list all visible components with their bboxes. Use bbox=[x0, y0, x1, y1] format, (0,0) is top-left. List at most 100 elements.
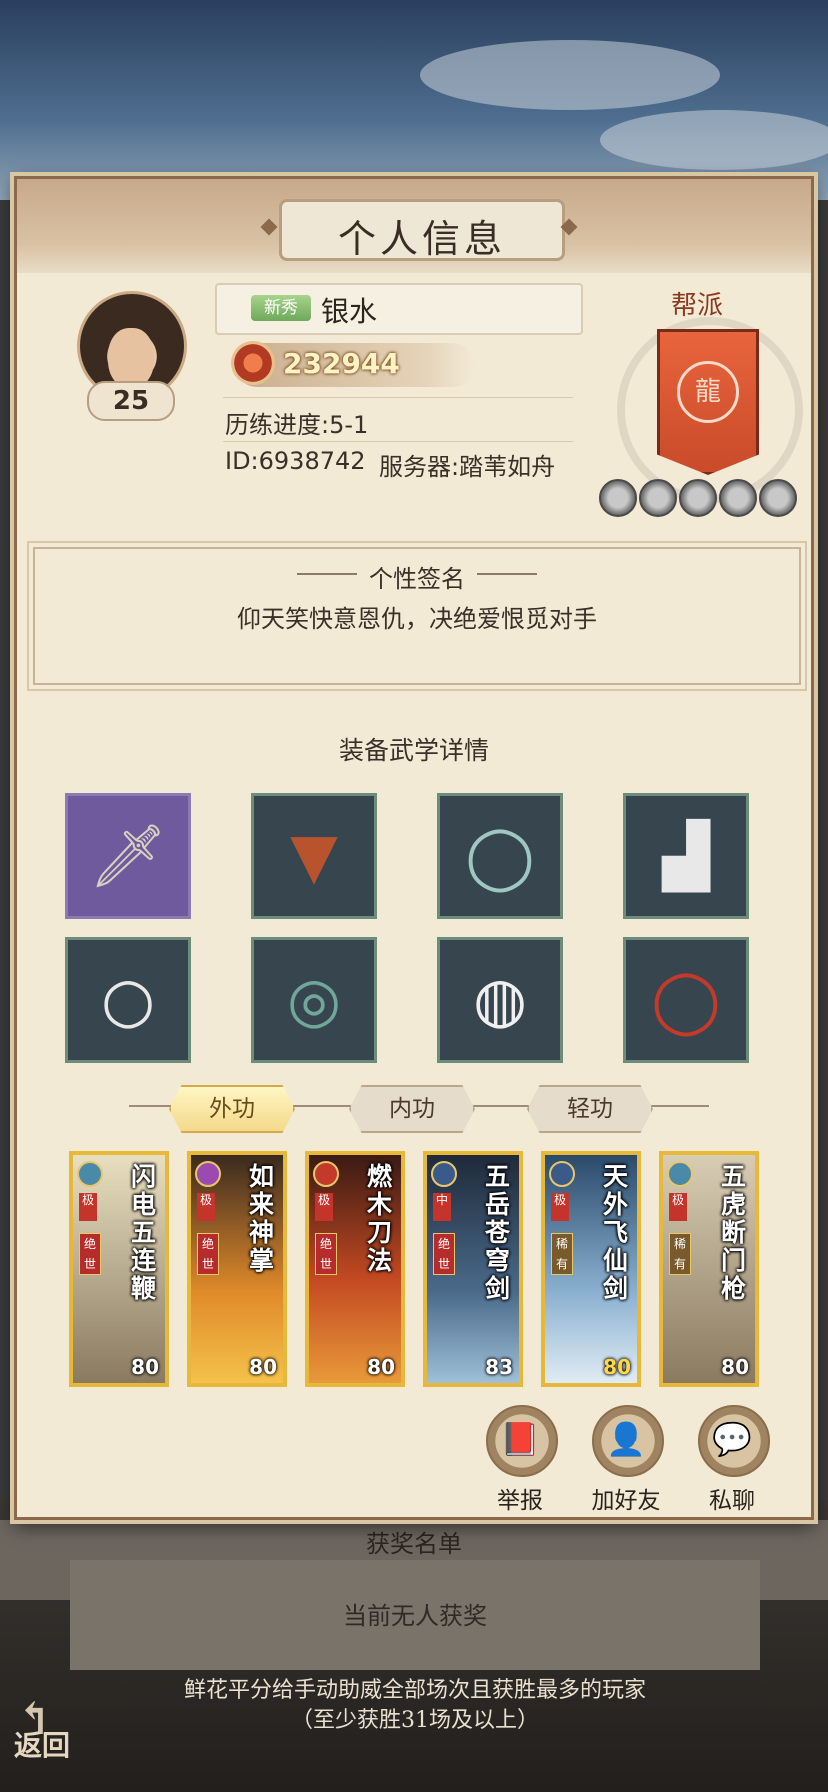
element-icon bbox=[195, 1161, 221, 1187]
guild-member-slot[interactable] bbox=[679, 479, 717, 517]
equipment-slot-necklace[interactable]: ○ bbox=[65, 937, 191, 1063]
skill-level: 83 bbox=[485, 1355, 513, 1379]
belt-icon: ◯ bbox=[465, 819, 535, 892]
grade-badge: 极 bbox=[197, 1193, 215, 1221]
power-value: 232944 bbox=[283, 347, 400, 380]
report-button[interactable]: 📕 举报 bbox=[465, 1405, 575, 1515]
dagger-icon: 🗡 bbox=[88, 819, 168, 892]
private-chat-label: 私聊 bbox=[709, 1488, 755, 1514]
bracelet-icon: ◯ bbox=[651, 963, 721, 1036]
guild-member-slot[interactable] bbox=[719, 479, 757, 517]
signature-title: 个性签名 bbox=[369, 565, 465, 593]
awards-empty-text: 当前无人获奖 bbox=[343, 1602, 487, 1630]
equipment-slot-boots[interactable]: ▟ bbox=[623, 793, 749, 919]
skill-level: 80 bbox=[131, 1355, 159, 1379]
rarity-tag: 绝世 bbox=[79, 1233, 101, 1275]
ring-icon: ◍ bbox=[472, 963, 528, 1036]
element-icon bbox=[667, 1161, 693, 1187]
add-friend-button[interactable]: 👤 加好友 bbox=[571, 1405, 681, 1515]
skill-card[interactable]: 极 绝世 燃木刀法 80 bbox=[305, 1151, 405, 1387]
power-icon bbox=[231, 341, 275, 385]
blacklist-book-icon: 📕 bbox=[500, 1420, 540, 1458]
rarity-tag: 稀有 bbox=[551, 1233, 573, 1275]
necklace-icon: ○ bbox=[100, 963, 156, 1036]
cloud-decoration bbox=[600, 110, 828, 170]
divider bbox=[223, 397, 573, 398]
guild-member-slot[interactable] bbox=[639, 479, 677, 517]
title-ornament-left bbox=[260, 218, 278, 236]
rarity-tag: 绝世 bbox=[197, 1233, 219, 1275]
equipment-slot-weapon[interactable]: 🗡 bbox=[65, 793, 191, 919]
power-bar: 232944 bbox=[231, 341, 475, 387]
element-icon bbox=[431, 1161, 457, 1187]
rarity-tag: 绝世 bbox=[433, 1233, 455, 1275]
grade-badge: 极 bbox=[315, 1193, 333, 1221]
progress-text: 历练进度:5-1 bbox=[225, 411, 369, 439]
chat-bubble-icon: 💬 bbox=[712, 1420, 752, 1458]
player-id: ID:6938742 bbox=[225, 447, 366, 475]
private-chat-button[interactable]: 💬 私聊 bbox=[677, 1405, 787, 1515]
grade-badge: 极 bbox=[551, 1193, 569, 1221]
signature-box: 个性签名 仰天笑快意恩仇，决绝爱恨觅对手 bbox=[33, 547, 801, 685]
awards-list: 当前无人获奖 bbox=[70, 1560, 760, 1670]
equipment-slot-ring[interactable]: ◍ bbox=[437, 937, 563, 1063]
rarity-tag: 绝世 bbox=[315, 1233, 337, 1275]
guild-member-slot[interactable] bbox=[759, 479, 797, 517]
sky-background bbox=[0, 0, 828, 200]
skill-level: 80 bbox=[603, 1355, 631, 1379]
grade-badge: 中 bbox=[433, 1193, 451, 1221]
player-name: 银水 bbox=[321, 295, 378, 328]
divider bbox=[223, 441, 573, 442]
add-friend-label: 加好友 bbox=[591, 1488, 661, 1514]
grade-badge: 极 bbox=[669, 1193, 687, 1221]
skill-level: 80 bbox=[249, 1355, 277, 1379]
dragon-emblem-icon: 龍 bbox=[677, 361, 739, 423]
skill-name: 如来神掌 bbox=[249, 1162, 275, 1275]
tab-internal-skill[interactable]: 内功 bbox=[349, 1085, 475, 1133]
title-plate: 个人信息 bbox=[279, 199, 565, 261]
skill-card[interactable]: 极 稀有 天外飞仙剑 80 bbox=[541, 1151, 641, 1387]
equipment-slot-bracelet[interactable]: ◯ bbox=[623, 937, 749, 1063]
skill-name: 五岳苍穹剑 bbox=[485, 1162, 511, 1303]
report-label: 举报 bbox=[497, 1488, 543, 1514]
element-icon bbox=[77, 1161, 103, 1187]
jade-pendant-icon: ◎ bbox=[286, 963, 342, 1036]
avatar-face bbox=[108, 328, 154, 388]
grade-badge: 极 bbox=[79, 1193, 97, 1221]
tab-external-skill[interactable]: 外功 bbox=[169, 1085, 295, 1133]
skill-card[interactable]: 极 绝世 如来神掌 80 bbox=[187, 1151, 287, 1387]
player-name-box: 新秀 银水 bbox=[215, 283, 583, 335]
add-friend-icon: 👤 bbox=[606, 1420, 646, 1458]
panel-title: 个人信息 bbox=[337, 217, 506, 261]
equipment-title: 装备武学详情 bbox=[338, 736, 489, 765]
profile-panel: 个人信息 25 新秀 银水 232944 历练进度:5-1 ID:6938742… bbox=[14, 176, 814, 1520]
back-button[interactable]: ↰ 返回 bbox=[10, 1694, 80, 1770]
level-badge: 25 bbox=[87, 381, 175, 421]
skill-card[interactable]: 中 绝世 五岳苍穹剑 83 bbox=[423, 1151, 523, 1387]
signature-text: 仰天笑快意恩仇，决绝爱恨觅对手 bbox=[237, 605, 597, 633]
boots-icon: ▟ bbox=[662, 819, 710, 892]
skill-name: 天外飞仙剑 bbox=[603, 1162, 629, 1303]
rarity-tag: 稀有 bbox=[669, 1233, 691, 1275]
element-icon bbox=[313, 1161, 339, 1187]
armor-icon: ▼ bbox=[290, 819, 338, 892]
equipment-slot-pendant[interactable]: ◎ bbox=[251, 937, 377, 1063]
skill-name: 闪电五连鞭 bbox=[131, 1162, 157, 1303]
skill-card[interactable]: 极 绝世 闪电五连鞭 80 bbox=[69, 1151, 169, 1387]
cloud-decoration bbox=[420, 40, 720, 110]
element-icon bbox=[549, 1161, 575, 1187]
panel-header: 个人信息 bbox=[17, 179, 811, 273]
equipment-slot-belt[interactable]: ◯ bbox=[437, 793, 563, 919]
skill-card[interactable]: 极 稀有 五虎断门枪 80 bbox=[659, 1151, 759, 1387]
tab-lightness-skill[interactable]: 轻功 bbox=[527, 1085, 653, 1133]
rule-text: 鲜花平分给手动助威全部场次且获胜最多的玩家（至少获胜31场及以上） bbox=[183, 1678, 646, 1733]
awards-title: 获奖名单 bbox=[366, 1530, 462, 1558]
skill-name: 燃木刀法 bbox=[367, 1162, 393, 1275]
skill-level: 80 bbox=[721, 1355, 749, 1379]
title-ornament-right bbox=[477, 573, 537, 575]
rookie-tag: 新秀 bbox=[251, 295, 311, 321]
equipment-slot-armor[interactable]: ▼ bbox=[251, 793, 377, 919]
guild-member-slot[interactable] bbox=[599, 479, 637, 517]
skill-name: 五虎断门枪 bbox=[721, 1162, 747, 1303]
server-name: 服务器:踏苇如舟 bbox=[379, 453, 556, 481]
